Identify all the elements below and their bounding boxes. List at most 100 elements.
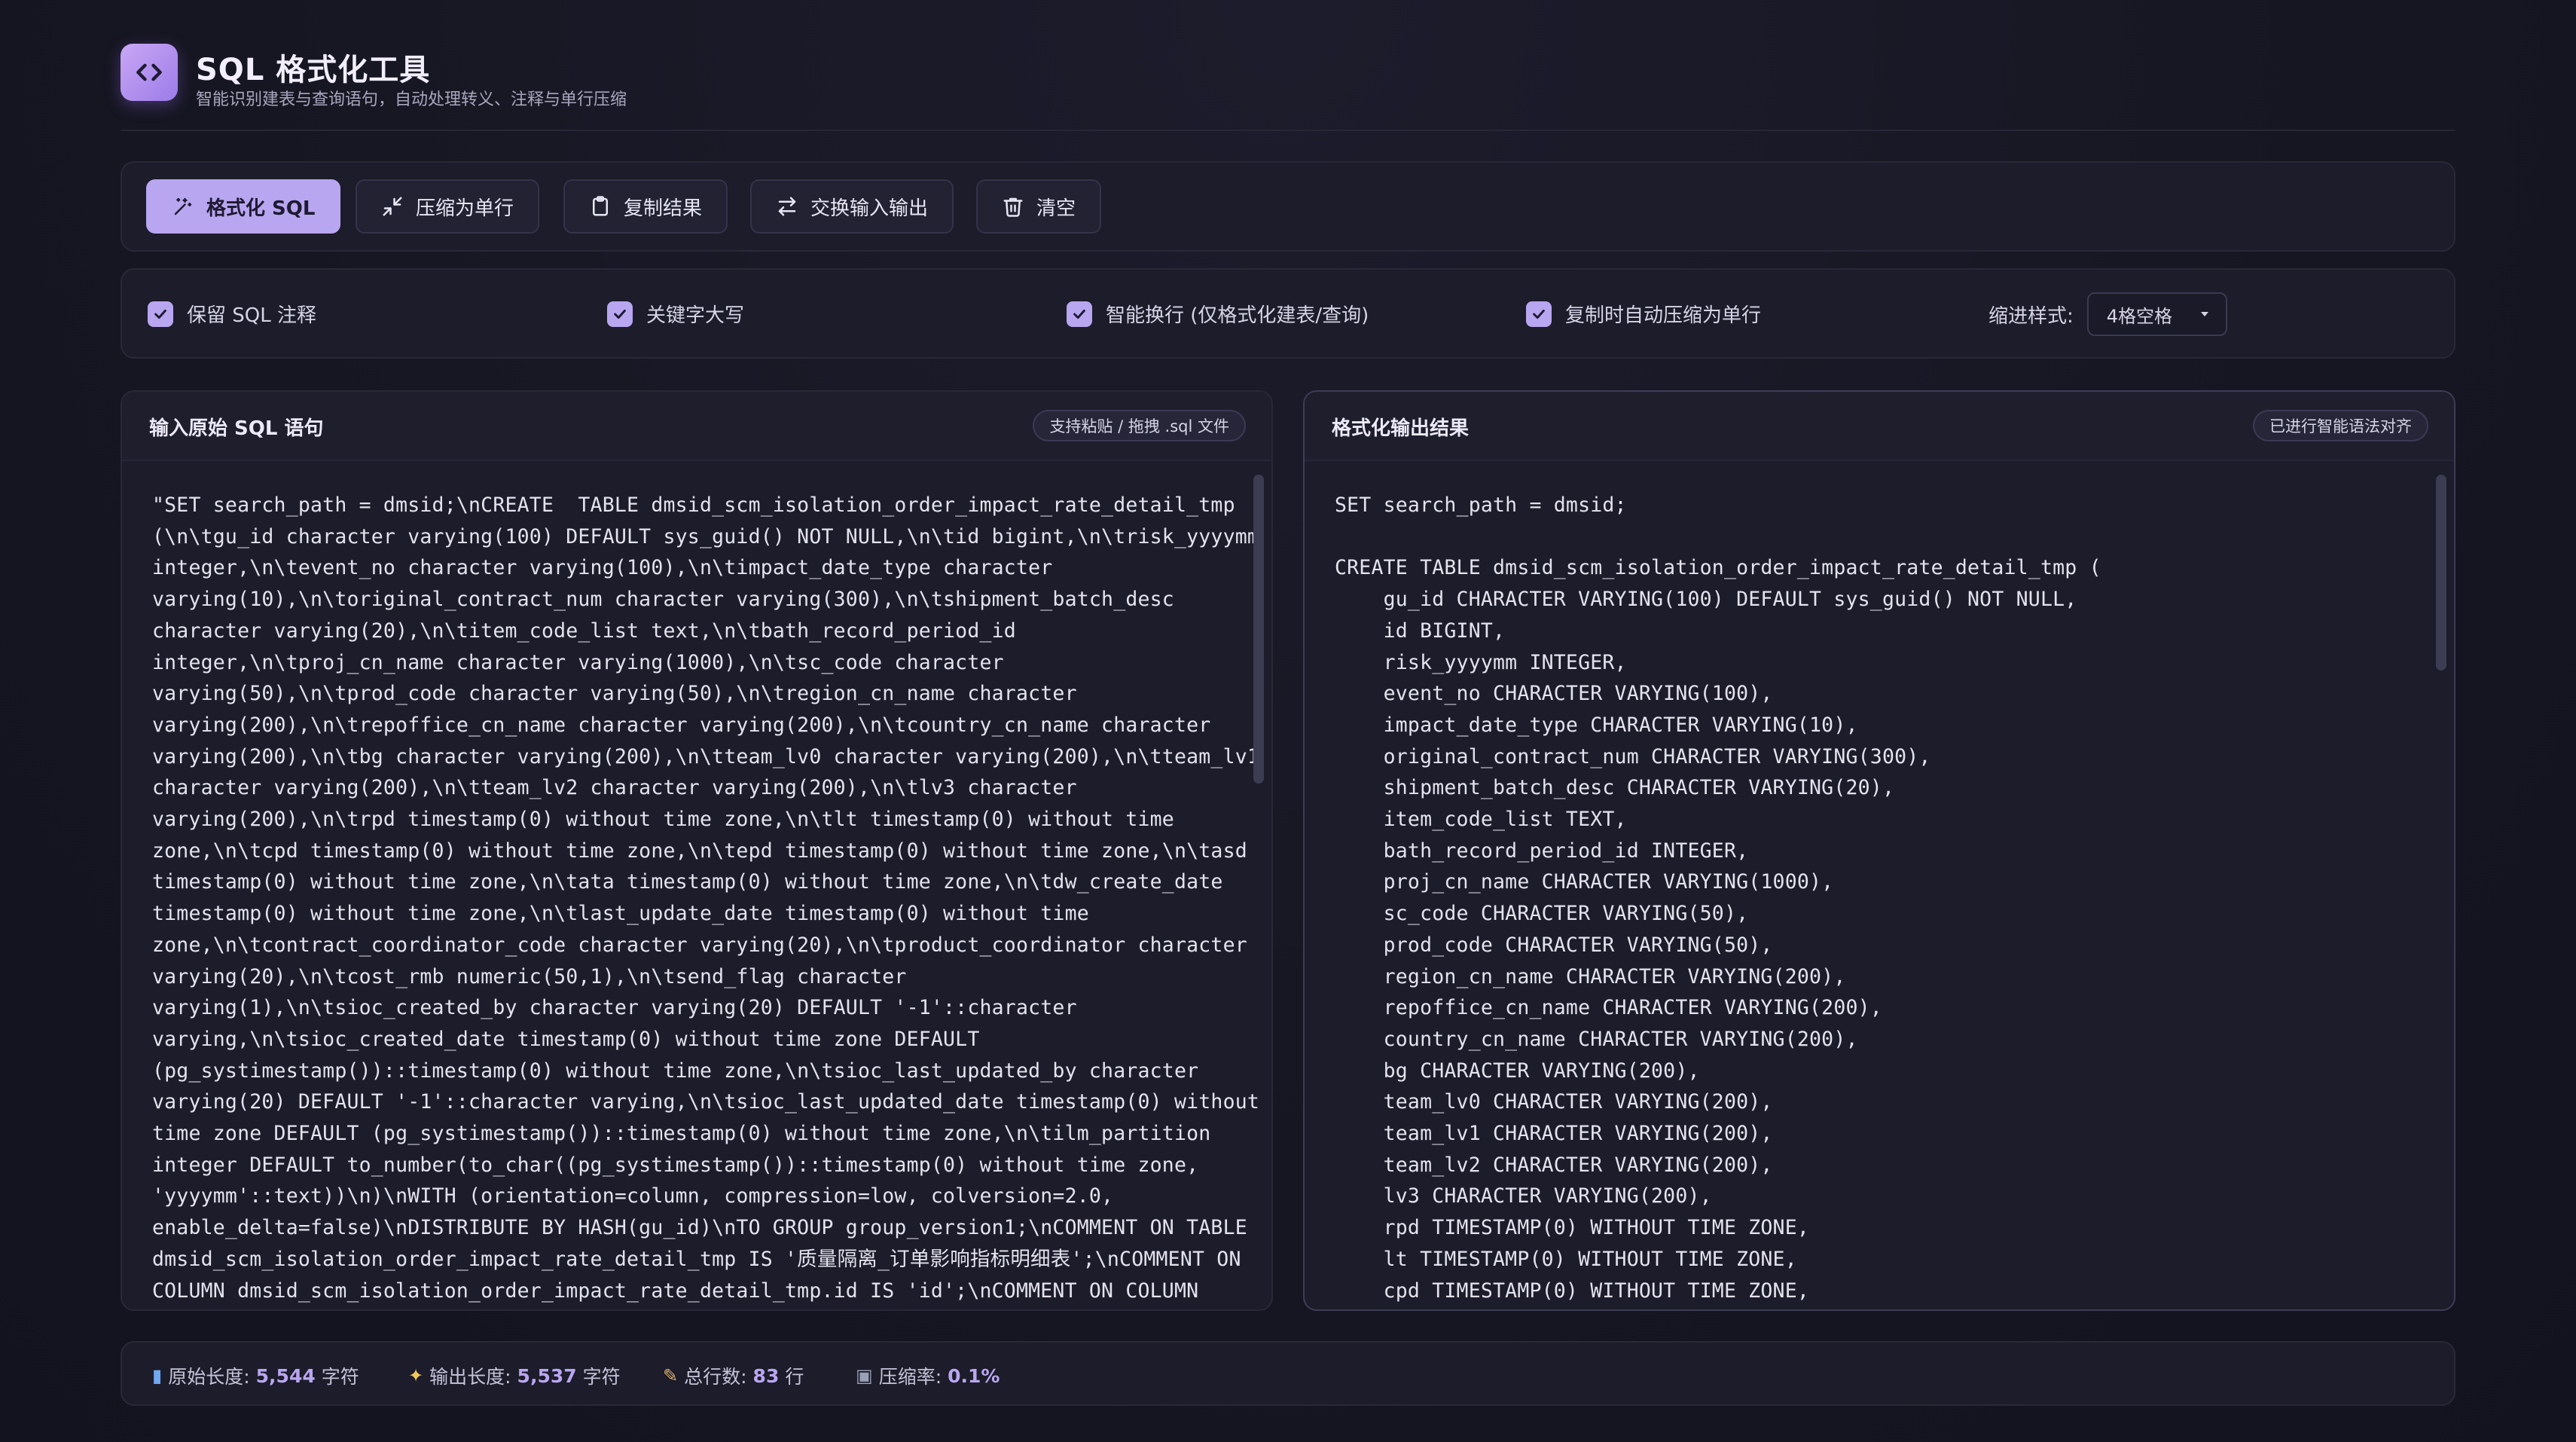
code-line: timestamp(0) without time zone,\n\tlast_… <box>152 902 1089 926</box>
code-line: (\n\tgu_id character varying(100) DEFAUL… <box>152 524 1260 548</box>
code-line: bg CHARACTER VARYING(200), <box>1335 1059 1700 1083</box>
indent-style: 缩进样式: 4格空格 <box>1988 292 2227 336</box>
smart-wrap-option[interactable]: 智能换行 (仅格式化建表/查询) <box>1067 300 1369 328</box>
app-subtitle: 智能识别建表与查询语句，自动处理转义、注释与单行压缩 <box>196 90 627 109</box>
code-line: bath_record_period_id INTEGER, <box>1335 839 1749 863</box>
output-length-stat: ✦ 输出长度: 5,537 字符 <box>408 1362 621 1389</box>
compress-label: 压缩为单行 <box>416 197 514 220</box>
code-line: character varying(20),\n\titem_code_list… <box>152 619 1016 643</box>
sql-input-textarea[interactable]: "SET search_path = dmsid;\nCREATE TABLE … <box>152 490 1260 1306</box>
magic-wand-icon <box>174 197 192 215</box>
code-line: time zone DEFAULT (pg_systimestamp())::t… <box>152 1122 1211 1146</box>
code-icon <box>121 44 178 101</box>
code-line: rpd TIMESTAMP(0) WITHOUT TIME ZONE, <box>1335 1216 1810 1240</box>
copy-button[interactable]: 复制结果 <box>563 179 728 234</box>
code-line: CREATE TABLE dmsid_scm_isolation_order_i… <box>1335 556 2101 580</box>
uppercase-option[interactable]: 关键字大写 <box>607 300 744 328</box>
code-line: varying(20) DEFAULT '-1'::character vary… <box>152 1090 1260 1114</box>
total-lines-value: 83 <box>752 1364 780 1387</box>
stats-bar: ▮ 原始长度: 5,544 字符 ✦ 输出长度: 5,537 字符 ✎ 总行数:… <box>121 1341 2455 1406</box>
clipboard-icon <box>593 196 608 216</box>
output-length-value: 5,537 <box>517 1364 577 1387</box>
code-line: varying(1),\n\tsioc_created_by character… <box>152 996 1077 1020</box>
code-line: original_contract_num CHARACTER VARYING(… <box>1335 744 1931 768</box>
input-scrollbar[interactable] <box>1253 464 1264 1302</box>
compression-ratio-stat: ▣ 压缩率: 0.1% <box>856 1362 1000 1389</box>
output-scrollbar-thumb[interactable] <box>2436 475 2446 671</box>
code-line: varying(200),\n\trepoffice_cn_name chara… <box>152 713 1211 737</box>
code-line: integer DEFAULT to_number(to_char((pg_sy… <box>152 1153 1199 1177</box>
output-length-unit: 字符 <box>582 1366 621 1388</box>
pencil-icon: ✎ <box>663 1365 679 1386</box>
compress-button[interactable]: 压缩为单行 <box>356 179 540 234</box>
minimize-icon <box>383 197 402 216</box>
total-lines-unit: 行 <box>785 1366 804 1388</box>
code-line: integer,\n\tproj_cn_name character varyi… <box>152 650 1004 674</box>
code-line: impact_date_type CHARACTER VARYING(10), <box>1335 713 1858 737</box>
code-line: dmsid_scm_isolation_order_impact_rate_de… <box>152 1247 1241 1271</box>
checkbox-checked-icon[interactable] <box>148 301 173 327</box>
input-panel: 输入原始 SQL 语句 支持粘贴 / 拖拽 .sql 文件 "SET searc… <box>121 390 1273 1311</box>
code-line: cpd TIMESTAMP(0) WITHOUT TIME ZONE, <box>1335 1279 1810 1303</box>
floppy-disk-icon: ▣ <box>856 1365 873 1386</box>
code-line: shipment_batch_desc CHARACTER VARYING(20… <box>1335 776 1895 800</box>
code-line: lt TIMESTAMP(0) WITHOUT TIME ZONE, <box>1335 1247 1797 1271</box>
input-scrollbar-thumb[interactable] <box>1253 475 1264 784</box>
code-line: (pg_systimestamp())::timestamp(0) withou… <box>152 1059 1199 1083</box>
total-lines-label: 总行数: <box>684 1366 747 1388</box>
output-length-label: 输出长度: <box>429 1366 511 1388</box>
indent-select[interactable]: 4格空格 <box>2086 292 2227 336</box>
output-panel-title: 格式化输出结果 <box>1332 417 1470 440</box>
code-line: 'yyyymm'::text))\n)\nWITH (orientation=c… <box>152 1184 1114 1208</box>
code-line: item_code_list TEXT, <box>1335 808 1627 832</box>
sql-output-area[interactable]: SET search_path = dmsid; CREATE TABLE dm… <box>1335 490 2409 1306</box>
app-header: SQL 格式化工具 智能识别建表与查询语句，自动处理转义、注释与单行压缩 <box>121 42 2455 131</box>
format-sql-label: 格式化 SQL <box>206 197 316 220</box>
app-window: SQL 格式化工具 智能识别建表与查询语句，自动处理转义、注释与单行压缩 格式化… <box>0 0 2576 1442</box>
copy-label: 复制结果 <box>624 197 703 220</box>
checkbox-checked-icon[interactable] <box>1526 301 1552 327</box>
original-length-unit: 字符 <box>321 1366 359 1388</box>
keep-comments-option[interactable]: 保留 SQL 注释 <box>148 300 316 328</box>
code-line: team_lv2 CHARACTER VARYING(200), <box>1335 1153 1773 1177</box>
input-panel-title: 输入原始 SQL 语句 <box>149 417 324 440</box>
code-line: prod_code CHARACTER VARYING(50), <box>1335 933 1773 957</box>
input-badge: 支持粘贴 / 拖拽 .sql 文件 <box>1033 410 1246 441</box>
compression-ratio-value: 0.1% <box>948 1364 1000 1387</box>
code-line: event_no CHARACTER VARYING(100), <box>1335 682 1773 706</box>
original-length-value: 5,544 <box>255 1364 316 1387</box>
code-line: team_lv0 CHARACTER VARYING(200), <box>1335 1090 1773 1114</box>
checkbox-checked-icon[interactable] <box>1067 301 1092 327</box>
auto-compress-copy-option[interactable]: 复制时自动压缩为单行 <box>1526 300 1761 328</box>
swap-button[interactable]: 交换输入输出 <box>750 179 954 234</box>
checkbox-checked-icon[interactable] <box>607 301 633 327</box>
swap-label: 交换输入输出 <box>810 197 929 220</box>
original-length-label: 原始长度: <box>168 1366 250 1388</box>
code-line: varying(200),\n\trpd timestamp(0) withou… <box>152 808 1174 832</box>
bar-chart-icon: ▮ <box>152 1365 163 1386</box>
clear-label: 清空 <box>1036 197 1076 220</box>
toolbar: 格式化 SQL 压缩为单行 复制结果 交换输入输出 清空 <box>121 161 2455 252</box>
code-line: gu_id CHARACTER VARYING(100) DEFAULT sys… <box>1335 588 2077 612</box>
code-line: country_cn_name CHARACTER VARYING(200), <box>1335 1027 1858 1051</box>
clear-button[interactable]: 清空 <box>976 179 1102 234</box>
swap-arrows-icon <box>778 197 796 216</box>
keep-comments-label: 保留 SQL 注释 <box>187 304 316 327</box>
code-line: id BIGINT, <box>1335 619 1506 643</box>
code-line: COLUMN dmsid_scm_isolation_order_impact_… <box>152 1279 1199 1303</box>
auto-compress-copy-label: 复制时自动压缩为单行 <box>1565 304 1762 327</box>
total-lines-stat: ✎ 总行数: 83 行 <box>663 1362 804 1389</box>
code-line: proj_cn_name CHARACTER VARYING(1000), <box>1335 870 1834 894</box>
code-line: timestamp(0) without time zone,\n\tata t… <box>152 870 1223 894</box>
smart-wrap-label: 智能换行 (仅格式化建表/查询) <box>1106 304 1369 327</box>
code-line: lv3 CHARACTER VARYING(200), <box>1335 1184 1712 1208</box>
code-line: SET search_path = dmsid; <box>1335 493 1627 517</box>
format-sql-button[interactable]: 格式化 SQL <box>146 179 341 234</box>
output-scrollbar[interactable] <box>2436 464 2446 1302</box>
code-line: character varying(200),\n\tteam_lv2 char… <box>152 776 1077 800</box>
caret-down-icon <box>2200 312 2208 316</box>
code-line: varying(50),\n\tprod_code character vary… <box>152 682 1077 706</box>
code-line: enable_delta=false)\nDISTRIBUTE BY HASH(… <box>152 1216 1247 1240</box>
code-line: integer,\n\tevent_no character varying(1… <box>152 556 1053 580</box>
